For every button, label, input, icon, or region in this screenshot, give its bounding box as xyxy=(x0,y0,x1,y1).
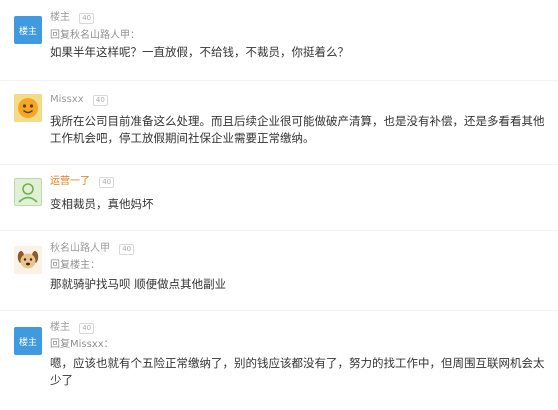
avatar[interactable] xyxy=(14,94,42,122)
avatar[interactable] xyxy=(14,178,42,206)
avatar-label: 楼主 xyxy=(18,337,37,348)
user-line: 秋名山路人甲 40 xyxy=(50,242,135,256)
username[interactable]: 运营一了 xyxy=(50,176,90,187)
username[interactable]: Missxx xyxy=(50,94,84,105)
user-line: 楼主 40 xyxy=(50,11,95,25)
level-badge: 40 xyxy=(92,94,108,106)
username[interactable]: 楼主 xyxy=(50,12,70,23)
user-line: 运营一了 40 xyxy=(50,175,115,189)
reply-to: 回复Missxx： xyxy=(50,339,114,350)
divider xyxy=(0,310,558,311)
divider xyxy=(0,230,558,231)
divider xyxy=(0,164,558,165)
comment-text: 嗯，应该也就有个五险正常缴纳了，别的钱应该都没有了，努力的找工作中，但周围互联网… xyxy=(50,356,545,387)
avatar[interactable] xyxy=(14,246,42,274)
comment-text: 那就骑驴找马呗 顺便做点其他副业 xyxy=(50,277,227,291)
divider xyxy=(0,80,558,81)
avatar[interactable]: 楼主 xyxy=(14,327,42,355)
dog-avatar-icon xyxy=(14,246,42,274)
comment-text: 如果半年这样呢？一直放假，不给钱，不裁员，你挺着么？ xyxy=(50,45,349,59)
level-badge: 40 xyxy=(99,176,115,188)
level-badge: 40 xyxy=(79,322,95,334)
username[interactable]: 秋名山路人甲 xyxy=(50,243,110,254)
comment-text: 变相裁员，真他妈坏 xyxy=(50,197,154,211)
comment-text: 我所在公司目前准备这么处理。而且后续企业很可能做破产清算，也是没有补偿，还是多看… xyxy=(50,114,545,145)
reply-to: 回复秋名山路人甲： xyxy=(50,30,140,41)
avatar-label: 楼主 xyxy=(18,26,37,37)
smiley-face-icon xyxy=(14,94,42,122)
avatar[interactable]: 楼主 xyxy=(14,16,42,44)
user-line: 楼主 40 xyxy=(50,321,95,335)
comment-thread: 楼主 楼主 40 回复秋名山路人甲： 如果半年这样呢？一直放假，不给钱，不裁员，… xyxy=(0,0,558,410)
username[interactable]: 楼主 xyxy=(50,322,70,333)
user-line: Missxx 40 xyxy=(50,93,108,107)
reply-to: 回复楼主： xyxy=(50,260,100,271)
level-badge: 40 xyxy=(79,12,95,24)
level-badge: 40 xyxy=(119,243,135,255)
default-user-icon xyxy=(18,183,38,203)
